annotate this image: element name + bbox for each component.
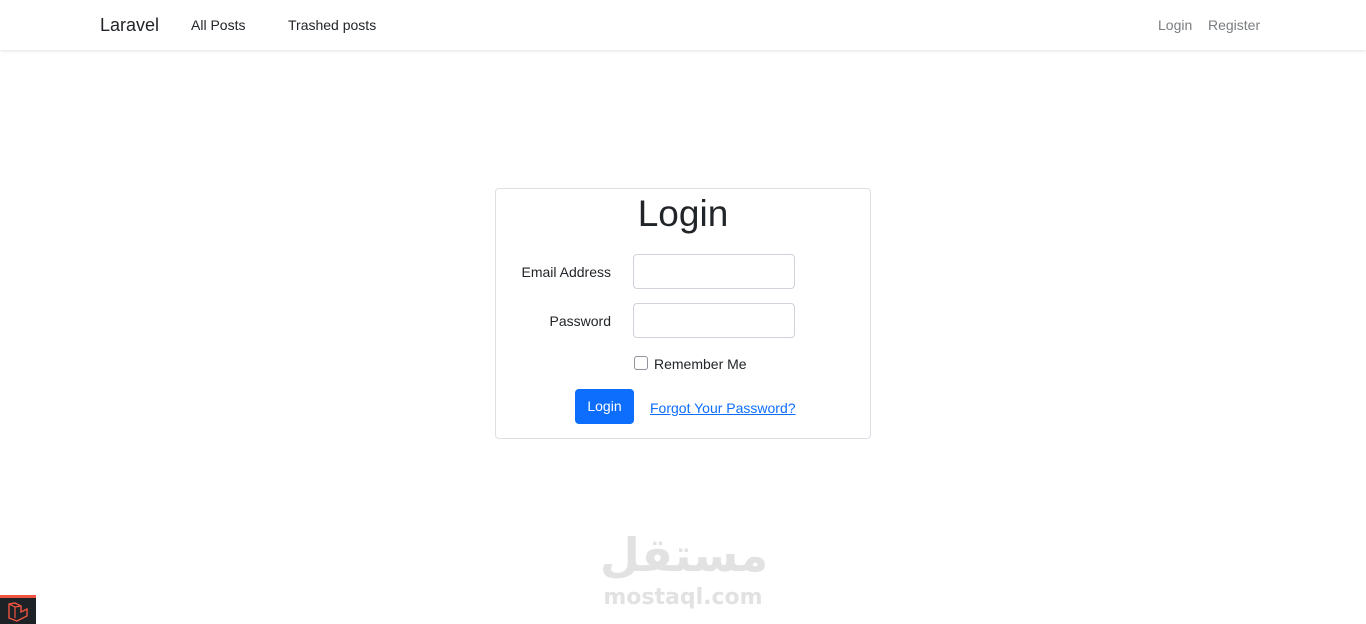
login-title: Login	[637, 193, 729, 234]
laravel-logo-icon[interactable]	[0, 595, 36, 624]
password-label: Password	[549, 313, 611, 329]
watermark-latin: mostaql.com	[603, 585, 763, 610]
remember-label[interactable]: Remember Me	[654, 356, 747, 372]
brand-link[interactable]: Laravel	[100, 15, 159, 36]
forgot-password-link[interactable]: Forgot Your Password?	[650, 400, 796, 416]
password-field[interactable]	[633, 303, 795, 338]
top-navbar: Laravel All Posts Trashed posts Login Re…	[0, 0, 1366, 50]
remember-checkbox[interactable]	[634, 356, 648, 370]
watermark-arabic: مستقل	[600, 528, 769, 582]
laravel-logo-svg	[8, 602, 28, 622]
nav-all-posts[interactable]: All Posts	[191, 17, 245, 33]
email-field[interactable]	[633, 254, 795, 289]
login-button[interactable]: Login	[575, 389, 634, 424]
login-card: Login Email Address Password Remember Me…	[495, 188, 871, 439]
nav-register[interactable]: Register	[1208, 17, 1260, 33]
nav-trashed-posts[interactable]: Trashed posts	[288, 17, 376, 33]
email-label: Email Address	[521, 264, 611, 280]
nav-login[interactable]: Login	[1158, 17, 1192, 33]
